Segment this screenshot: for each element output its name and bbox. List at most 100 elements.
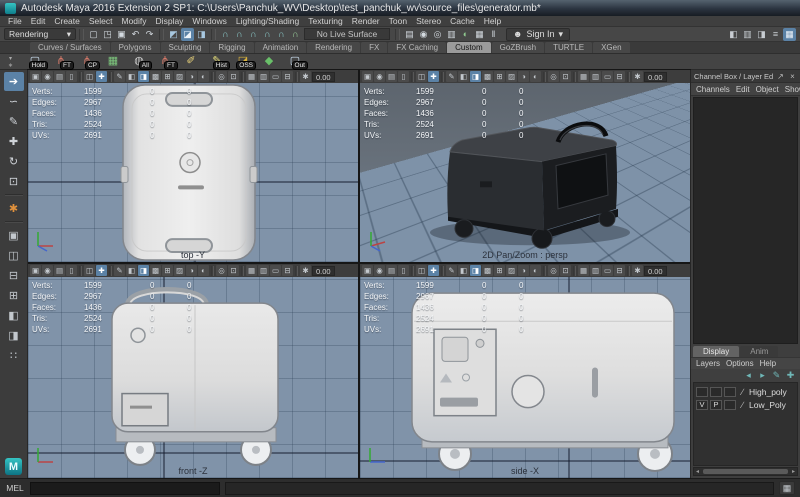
shelf-tab-fx[interactable]: FX xyxy=(361,42,387,53)
layer-swatch-icon[interactable]: ∕ xyxy=(738,387,747,397)
film-gate-icon[interactable]: ▥ xyxy=(258,265,269,276)
toggle-attribute-editor-icon[interactable]: ◧ xyxy=(727,28,740,41)
use-all-lights-icon[interactable]: ⊞ xyxy=(494,71,505,82)
menu-help[interactable]: Help xyxy=(484,16,501,26)
bookmarks-icon[interactable]: ▯ xyxy=(398,71,409,82)
select-camera-icon[interactable]: ▣ xyxy=(362,265,373,276)
shelf-button-checker[interactable]: ▦ xyxy=(104,54,122,69)
paint-selection-tool-icon[interactable]: ✎ xyxy=(4,112,24,131)
layer-row-low_poly[interactable]: VP∕Low_Poly xyxy=(694,398,797,411)
screen-space-ao-icon[interactable]: ◑ xyxy=(518,265,529,276)
shelf-tab-menu-icon[interactable]: ▾ xyxy=(6,55,15,62)
scroll-right-icon[interactable]: ▸ xyxy=(790,468,797,475)
snap-to-curve-icon[interactable]: ∩ xyxy=(233,28,246,41)
image-plane-icon[interactable]: ◫ xyxy=(416,265,427,276)
film-gate-icon[interactable]: ▥ xyxy=(590,71,601,82)
viewport-top-canvas[interactable]: Verts:159900Edges:296700Faces:143600Tris… xyxy=(28,83,358,262)
menu-display[interactable]: Display xyxy=(156,16,184,26)
hypershade-icon[interactable]: ◐ xyxy=(459,28,472,41)
xray-icon[interactable]: ◎ xyxy=(548,265,559,276)
shelf-tab-turtle[interactable]: TURTLE xyxy=(545,42,592,53)
isolate-select-icon[interactable]: ⊡ xyxy=(560,265,571,276)
image-plane-icon[interactable]: ◫ xyxy=(84,265,95,276)
snap-to-projected-center-icon[interactable]: ∩ xyxy=(261,28,274,41)
gate-mask-icon[interactable]: ⊟ xyxy=(614,265,625,276)
layer-tab-anim[interactable]: Anim xyxy=(740,346,778,357)
2d-pan-zoom-icon[interactable]: ✚ xyxy=(428,265,439,276)
resolution-gate-icon[interactable]: ▭ xyxy=(270,265,281,276)
bookmarks-icon[interactable]: ▯ xyxy=(66,71,77,82)
camera-attributes-icon[interactable]: ▤ xyxy=(386,265,397,276)
exposure-value[interactable]: 0.00 xyxy=(644,72,667,82)
grid-toggle-icon[interactable]: ▦ xyxy=(246,265,257,276)
shadows-icon[interactable]: ▨ xyxy=(506,265,517,276)
open-scene-icon[interactable]: ◳ xyxy=(101,28,114,41)
shelf-button-snap-tool[interactable]: ✐ xyxy=(182,54,200,69)
xray-icon[interactable]: ◎ xyxy=(216,265,227,276)
layout-two-panes-side-icon[interactable]: ◫ xyxy=(4,246,24,265)
film-gate-icon[interactable]: ▥ xyxy=(258,71,269,82)
new-layer-from-selected-icon[interactable]: ✚ xyxy=(785,369,796,382)
render-current-frame-icon[interactable]: ◉ xyxy=(417,28,430,41)
menu-texturing[interactable]: Texturing xyxy=(308,16,343,26)
maya-logo-icon[interactable]: M xyxy=(5,458,22,475)
new-scene-icon[interactable]: ▢ xyxy=(87,28,100,41)
pause-viewport-icon[interactable]: ‖ xyxy=(487,28,500,41)
grease-pencil-icon[interactable]: ✎ xyxy=(114,71,125,82)
layout-persp-graph-icon[interactable]: ◨ xyxy=(4,326,24,345)
menu-select[interactable]: Select xyxy=(89,16,113,26)
shelf-tab-curves-surfaces[interactable]: Curves / Surfaces xyxy=(30,42,110,53)
shadows-icon[interactable]: ▨ xyxy=(174,71,185,82)
layer-row-high_poly[interactable]: ∕High_poly xyxy=(694,385,797,398)
shelf-button-hold[interactable]: ▢Hold xyxy=(26,54,44,69)
viewport-front-canvas[interactable]: Verts:159900Edges:296700Faces:143600Tris… xyxy=(28,277,358,478)
motion-blur-icon[interactable]: ◐ xyxy=(198,265,209,276)
textured-icon[interactable]: ▩ xyxy=(482,265,493,276)
menu-stereo[interactable]: Stereo xyxy=(416,16,441,26)
lock-camera-icon[interactable]: ◉ xyxy=(374,71,385,82)
smooth-shade-all-icon[interactable]: ◨ xyxy=(470,71,481,82)
channel-menu-edit[interactable]: Edit xyxy=(736,85,750,94)
smooth-shade-all-icon[interactable]: ◨ xyxy=(470,265,481,276)
scale-tool-icon[interactable]: ⊡ xyxy=(4,172,24,191)
save-scene-icon[interactable]: ▣ xyxy=(115,28,128,41)
layer-menu-options[interactable]: Options xyxy=(726,359,754,368)
shelf-tab-polygons[interactable]: Polygons xyxy=(111,42,160,53)
bookmarks-icon[interactable]: ▯ xyxy=(398,265,409,276)
shelf-button-cube[interactable]: ◆ xyxy=(260,54,278,69)
shelf-button-select-all[interactable]: ◍All xyxy=(130,54,148,69)
menu-create[interactable]: Create xyxy=(54,16,80,26)
shelf-button-freeze-transform-2[interactable]: ⋔FT xyxy=(156,54,174,69)
layer-name[interactable]: Low_Poly xyxy=(749,400,786,410)
bookmarks-icon[interactable]: ▯ xyxy=(66,265,77,276)
command-language-toggle[interactable]: MEL xyxy=(5,483,25,493)
use-all-lights-icon[interactable]: ⊞ xyxy=(162,265,173,276)
move-layer-up-icon[interactable]: ▸ xyxy=(757,369,768,382)
select-hierarchy-icon[interactable]: ◩ xyxy=(167,28,180,41)
lock-camera-icon[interactable]: ◉ xyxy=(42,265,53,276)
set-all-layers-icon[interactable]: ◂ xyxy=(743,369,754,382)
layer-display-type-toggle[interactable] xyxy=(724,387,736,397)
select-camera-icon[interactable]: ▣ xyxy=(30,71,41,82)
toggle-workspace-icon[interactable]: ▦ xyxy=(783,28,796,41)
exposure-value[interactable]: 0.00 xyxy=(312,72,335,82)
camera-attributes-icon[interactable]: ▤ xyxy=(386,71,397,82)
shelf-tab-rendering[interactable]: Rendering xyxy=(307,42,360,53)
screen-space-ao-icon[interactable]: ◑ xyxy=(186,265,197,276)
grease-pencil-icon[interactable]: ✎ xyxy=(114,265,125,276)
shelf-button-center-pivot[interactable]: ⋔CP xyxy=(78,54,96,69)
resolution-gate-icon[interactable]: ▭ xyxy=(602,265,613,276)
gate-mask-icon[interactable]: ⊟ xyxy=(282,265,293,276)
wireframe-icon[interactable]: ◧ xyxy=(126,265,137,276)
2d-pan-zoom-icon[interactable]: ✚ xyxy=(96,71,107,82)
make-object-live-icon[interactable]: ∩ xyxy=(289,28,302,41)
exposure-icon[interactable]: ✱ xyxy=(300,71,311,82)
channel-box-list[interactable] xyxy=(693,97,798,344)
smooth-shade-all-icon[interactable]: ◨ xyxy=(138,71,149,82)
menu-modify[interactable]: Modify xyxy=(122,16,147,26)
layer-visibility-toggle[interactable]: V xyxy=(696,400,708,410)
film-gate-icon[interactable]: ▥ xyxy=(590,265,601,276)
shelf-tab-gozbrush[interactable]: GoZBrush xyxy=(492,42,544,53)
menu-lighting-shading[interactable]: Lighting/Shading xyxy=(236,16,299,26)
smooth-shade-all-icon[interactable]: ◨ xyxy=(138,265,149,276)
